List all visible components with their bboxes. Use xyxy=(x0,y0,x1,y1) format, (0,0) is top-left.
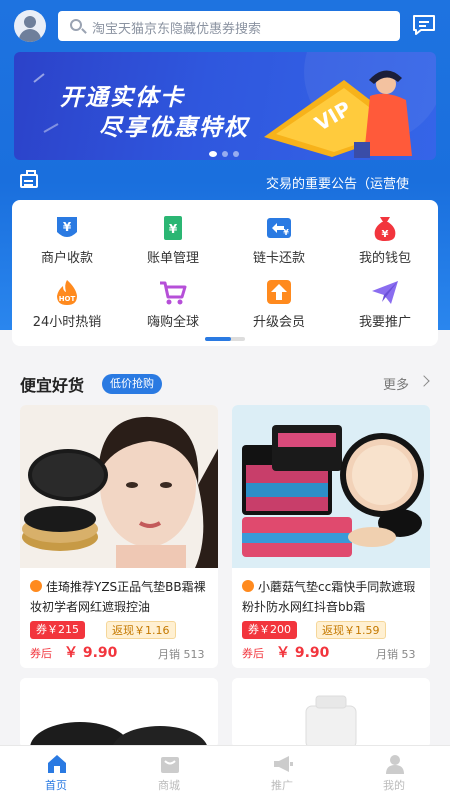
product-price: ￥ 9.90 xyxy=(276,645,330,661)
upgrade-arrow-icon xyxy=(267,280,291,304)
product-card[interactable]: 小蘑菇气垫cc霜快手同款遮瑕粉扑防水网红抖音bb霜 券￥200 返现￥1.59 … xyxy=(232,405,430,668)
product-title: 小蘑菇气垫cc霜快手同款遮瑕粉扑防水网红抖音bb霜 xyxy=(242,577,426,617)
coupon-badge: 券￥215 xyxy=(30,621,85,639)
paper-plane-icon xyxy=(372,281,398,304)
product-image xyxy=(20,678,218,748)
user-icon xyxy=(386,755,404,774)
menu-pagination xyxy=(205,337,245,341)
svg-text:¥: ¥ xyxy=(63,220,72,234)
menu-item-merchant-collection[interactable]: ¥ 商户收款 xyxy=(14,206,120,266)
svg-text:¥: ¥ xyxy=(382,229,389,240)
menu-label: 升级会员 xyxy=(252,315,305,330)
money-bag-icon: ¥ xyxy=(374,217,396,241)
menu-item-bill-management[interactable]: ¥ 账单管理 xyxy=(120,206,226,266)
menu-item-card-repayment[interactable]: ¥ 链卡还款 xyxy=(226,206,332,266)
banner-headline: 开通实体卡 xyxy=(60,85,185,111)
menu-item-my-wallet[interactable]: ¥ 我的钱包 xyxy=(332,206,438,266)
product-image xyxy=(232,405,430,568)
shop-badge-icon xyxy=(242,580,254,592)
menu-label: 账单管理 xyxy=(146,251,199,266)
menu-label: 商户收款 xyxy=(40,251,93,266)
hot-flame-icon: HOT xyxy=(57,280,77,305)
rebate-badge: 返现￥1.16 xyxy=(106,621,176,639)
card-yen-icon: ¥ xyxy=(267,218,291,238)
promo-banner[interactable]: 开通实体卡 尽享优惠特权 VIP xyxy=(14,52,436,160)
product-title: 佳琦推荐YZS正品气垫BB霜裸妆初学者网红遮瑕控油 xyxy=(30,577,214,617)
mall-icon xyxy=(161,757,179,773)
message-icon[interactable] xyxy=(412,14,436,36)
avatar-body xyxy=(19,29,41,42)
banner-dot[interactable] xyxy=(233,151,239,157)
product-card[interactable]: 佳琦推荐YZS正品气垫BB霜裸妆初学者网红遮瑕控油 券￥215 返现￥1.16 … xyxy=(20,405,218,668)
after-coupon-label: 券后 xyxy=(30,647,52,660)
megaphone-icon xyxy=(274,756,293,772)
tab-profile[interactable]: 我的 xyxy=(338,746,450,800)
product-title-text: 佳琦推荐YZS正品气垫BB霜裸妆初学者网红遮瑕控油 xyxy=(30,580,206,614)
function-menu: ¥ 商户收款 ¥ 账单管理 ¥ 链卡还款 ¥ 我的钱包 HOT 24小时热销 嗨… xyxy=(12,200,438,346)
home-icon xyxy=(48,755,66,773)
rebate-badge: 返现￥1.59 xyxy=(316,621,386,639)
section-tag: 低价抢购 xyxy=(102,374,162,394)
yen-document-icon: ¥ xyxy=(164,216,182,240)
svg-text:HOT: HOT xyxy=(59,295,76,303)
menu-pagination-active xyxy=(205,337,231,341)
tab-label: 首页 xyxy=(45,779,67,792)
top-header: 淘宝天猫京东隐藏优惠券搜索 xyxy=(0,0,450,52)
banner-dot[interactable] xyxy=(222,151,228,157)
chevron-right-icon[interactable] xyxy=(418,375,430,387)
menu-item-global-shopping[interactable]: 嗨购全球 xyxy=(120,270,226,330)
section-title: 便宜好货 xyxy=(20,376,85,395)
search-icon xyxy=(70,19,82,31)
tab-mall[interactable]: 商城 xyxy=(113,746,225,800)
yen-shield-icon: ¥ xyxy=(57,217,77,237)
menu-item-upgrade-member[interactable]: 升级会员 xyxy=(226,270,332,330)
menu-label: 我要推广 xyxy=(358,315,411,330)
more-link[interactable]: 更多 xyxy=(383,374,409,393)
svg-text:¥: ¥ xyxy=(283,228,289,237)
banner-pagination xyxy=(209,142,244,160)
tab-home[interactable]: 首页 xyxy=(0,746,112,800)
menu-label: 24小时热销 xyxy=(32,315,102,330)
menu-item-24h-hot[interactable]: HOT 24小时热销 xyxy=(14,270,120,330)
announcement-text: 交易的重要公告（运营使 xyxy=(266,177,410,192)
search-input-placeholder: 淘宝天猫京东隐藏优惠券搜索 xyxy=(92,22,262,37)
announcement-icon xyxy=(20,170,38,188)
product-image xyxy=(232,678,430,748)
announcement-bar[interactable]: 交易的重要公告（运营使 xyxy=(0,168,450,196)
tab-label: 商城 xyxy=(158,779,180,792)
svg-text:¥: ¥ xyxy=(169,222,178,236)
product-price: ￥ 9.90 xyxy=(64,645,118,661)
search-box[interactable]: 淘宝天猫京东隐藏优惠券搜索 xyxy=(58,11,400,41)
banner-dot[interactable] xyxy=(209,151,217,157)
monthly-sales: 月销 53 xyxy=(376,648,416,661)
shop-badge-icon xyxy=(30,580,42,592)
tab-label: 推广 xyxy=(271,779,293,792)
person-body xyxy=(364,93,412,156)
menu-label: 嗨购全球 xyxy=(146,315,199,330)
menu-label: 链卡还款 xyxy=(252,251,305,266)
user-avatar[interactable] xyxy=(14,10,46,42)
menu-label: 我的钱包 xyxy=(358,251,411,266)
avatar-head xyxy=(24,16,36,28)
menu-item-promote[interactable]: 我要推广 xyxy=(332,270,438,330)
product-title-text: 小蘑菇气垫cc霜快手同款遮瑕粉扑防水网红抖音bb霜 xyxy=(242,580,416,614)
product-card[interactable] xyxy=(20,678,218,748)
product-card[interactable] xyxy=(232,678,430,748)
banner-subheadline: 尽享优惠特权 xyxy=(99,115,249,141)
tab-promote[interactable]: 推广 xyxy=(226,746,338,800)
product-image xyxy=(20,405,218,568)
after-coupon-label: 券后 xyxy=(242,647,264,660)
monthly-sales: 月销 513 xyxy=(158,648,205,661)
coupon-badge: 券￥200 xyxy=(242,621,297,639)
bottom-tab-bar: 首页 商城 推广 我的 xyxy=(0,745,450,800)
shopping-cart-icon xyxy=(160,281,187,305)
section-header: 便宜好货 低价抢购 更多 xyxy=(0,366,450,402)
tab-label: 我的 xyxy=(383,779,405,792)
